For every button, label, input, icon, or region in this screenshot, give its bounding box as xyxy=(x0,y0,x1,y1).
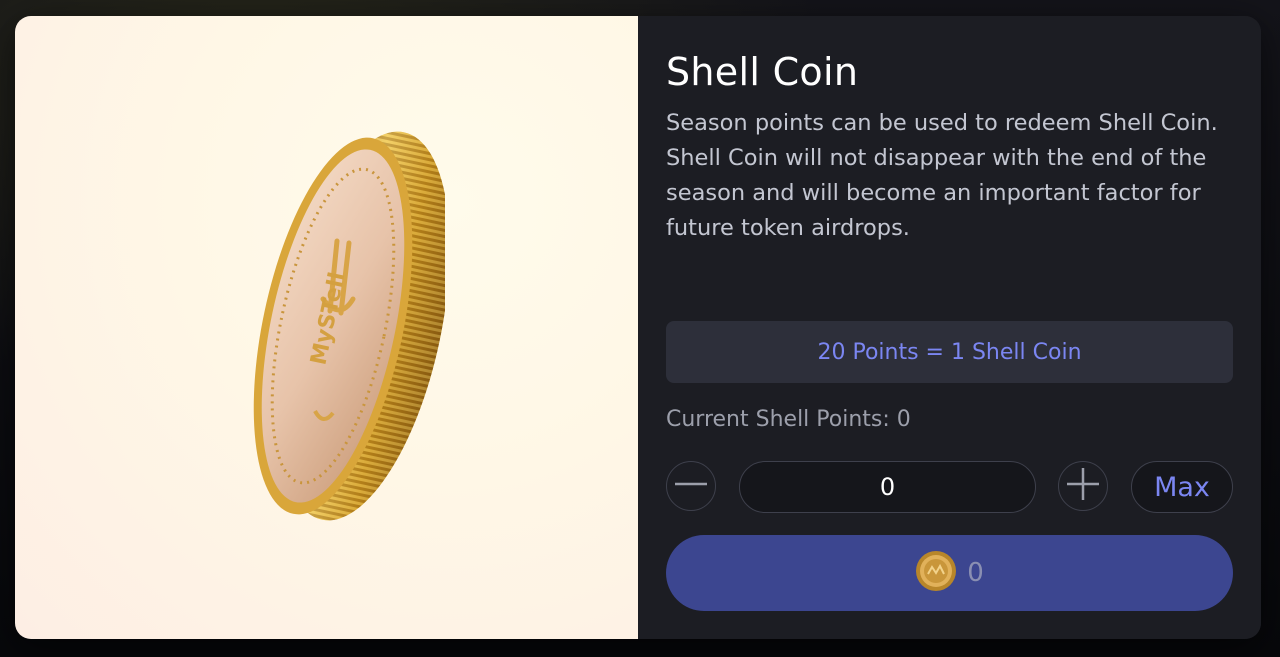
redeem-shell-coin-modal: MySTell Shell Coin Season points can be … xyxy=(15,16,1261,639)
redeem-info-panel: Shell Coin Season points can be used to … xyxy=(638,16,1261,639)
coin-artwork-panel: MySTell xyxy=(15,16,638,639)
decrease-button[interactable] xyxy=(666,461,716,511)
shell-coin-illustration: MySTell xyxy=(245,121,450,531)
increase-button[interactable] xyxy=(1058,461,1108,511)
quantity-stepper: Max xyxy=(666,461,1233,513)
shell-coin-icon xyxy=(915,550,957,596)
redeem-amount: 0 xyxy=(967,558,984,588)
plus-icon xyxy=(1065,466,1101,506)
exchange-rate-box: 20 Points = 1 Shell Coin xyxy=(666,321,1233,383)
modal-title: Shell Coin xyxy=(666,50,859,94)
exchange-rate-text: 20 Points = 1 Shell Coin xyxy=(817,339,1082,365)
minus-icon xyxy=(673,466,709,506)
redeem-button[interactable]: 0 xyxy=(666,535,1233,611)
modal-description: Season points can be used to redeem Shel… xyxy=(666,110,1218,241)
current-points-label: Current Shell Points: 0 xyxy=(666,407,911,432)
max-button[interactable]: Max xyxy=(1131,461,1233,513)
quantity-input[interactable] xyxy=(739,461,1036,513)
